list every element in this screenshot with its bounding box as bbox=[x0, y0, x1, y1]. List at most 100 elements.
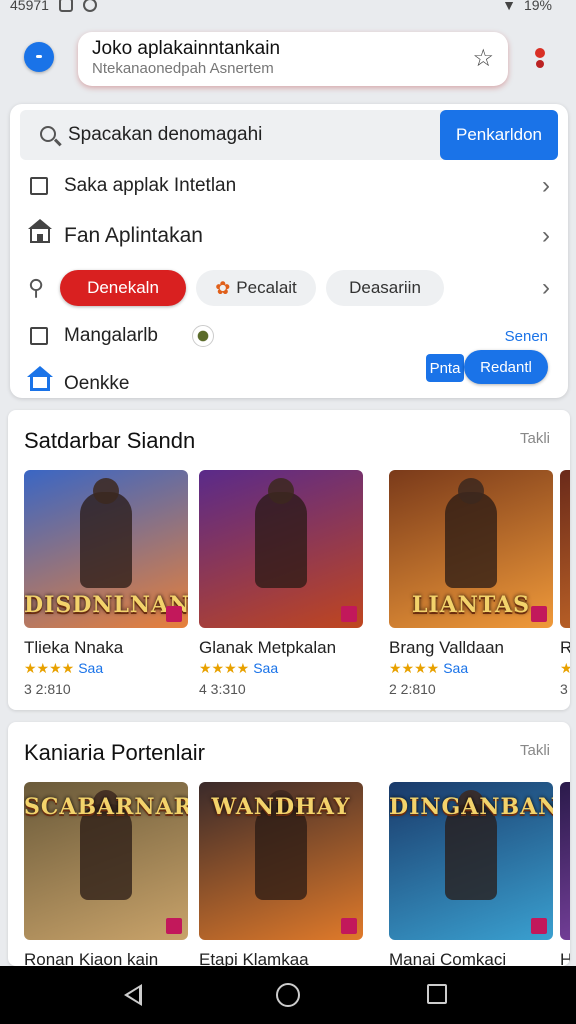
section-2-title: Kaniaria Portenlair bbox=[24, 740, 205, 765]
game-card[interactable]: Glanak Metpkalan ★★★★ Saa 4 3:310 bbox=[199, 470, 363, 697]
search-button[interactable]: Penkarldon bbox=[440, 110, 558, 160]
game-card[interactable]: DISDNLNAN Tlieka Nnaka ★★★★ Saa 3 2:810 bbox=[24, 470, 188, 697]
rating-text: Saa bbox=[443, 660, 469, 676]
link-senen[interactable]: Senen bbox=[505, 328, 548, 345]
checkbox[interactable] bbox=[30, 177, 48, 195]
chevron-right-icon[interactable]: › bbox=[542, 274, 550, 302]
badge-icon bbox=[166, 918, 182, 934]
pill-action-button[interactable]: Redantl bbox=[464, 350, 548, 384]
status-bar: 45971 ▼ 19% bbox=[0, 0, 576, 16]
home-icon bbox=[27, 366, 53, 391]
status-time: 45971 bbox=[10, 0, 49, 13]
notification-icon bbox=[58, 0, 73, 12]
chip-pecalait[interactable]: ✿ Pecalait bbox=[196, 270, 316, 306]
game-title: Tlieka Nnaka bbox=[24, 638, 124, 657]
menu-row-2-label: Fan Aplintakan bbox=[64, 224, 203, 247]
game-title: Etapi Klamkaa bbox=[199, 950, 309, 966]
game-title: Brang Valldaan bbox=[389, 638, 504, 657]
sync-icon bbox=[82, 0, 97, 12]
game-logo-text: WANDHAY bbox=[211, 794, 351, 820]
small-action-button[interactable]: Pnta bbox=[426, 354, 464, 382]
section-1-more[interactable]: Takli bbox=[520, 430, 550, 447]
badge-icon bbox=[531, 606, 547, 622]
game-title: Manai Comkaci bbox=[389, 950, 507, 966]
back-icon[interactable] bbox=[124, 984, 142, 1006]
home-button-icon[interactable] bbox=[276, 983, 300, 1007]
star-rating: ★★★★ bbox=[560, 660, 570, 676]
menu-row-2[interactable]: Fan Aplintakan › bbox=[10, 216, 568, 256]
badge-icon bbox=[341, 606, 357, 622]
game-card[interactable]: Hit bbox=[560, 782, 570, 966]
wifi-icon: ▼ bbox=[502, 0, 516, 13]
page-title: Joko aplakainntankain bbox=[92, 38, 281, 59]
game-title: Glanak Metpkalan bbox=[199, 638, 337, 657]
game-card[interactable]: LIANTAS Brang Valldaan ★★★★ Saa 2 2:810 bbox=[389, 470, 553, 697]
menu-button[interactable] bbox=[24, 42, 54, 72]
rating-text: Saa bbox=[78, 660, 104, 676]
star-icon[interactable]: ☆ bbox=[472, 44, 494, 73]
chip-denekaln[interactable]: Denekaln bbox=[60, 270, 186, 306]
star-rating: ★★★★ Saa bbox=[24, 660, 104, 676]
badge-icon bbox=[341, 918, 357, 934]
recents-icon[interactable] bbox=[427, 984, 447, 1004]
game-info: 2 2:810 bbox=[389, 681, 436, 697]
game-info: 3 2:810 bbox=[24, 681, 71, 697]
section-1: Satdarbar Siandn Takli DISDNLNAN Tlieka N… bbox=[8, 410, 570, 710]
section-2-more[interactable]: Takli bbox=[520, 742, 550, 759]
chip-pecalait-label: Pecalait bbox=[236, 278, 297, 297]
checkbox[interactable] bbox=[30, 327, 48, 345]
alert-icon[interactable] bbox=[532, 48, 548, 70]
menu-row-1[interactable]: Saka applak Intetlan › bbox=[10, 166, 568, 206]
search-bar[interactable]: Spacakan denomagahi Penkarldon bbox=[20, 110, 558, 160]
menu-row-4-label: Mangalarlb bbox=[64, 325, 158, 346]
game-logo-text: DISDNLNAN bbox=[24, 592, 188, 618]
game-card[interactable]: Ra ★★★★ 3 2 bbox=[560, 470, 570, 697]
page-subtitle: Ntekanaonedpah Asnertem bbox=[92, 60, 274, 77]
game-thumbnail[interactable]: DISDNLNAN bbox=[24, 470, 188, 628]
section-2: Kaniaria Portenlair Takli SCABARNAR Ronan… bbox=[8, 722, 570, 966]
key-icon: ⚲ bbox=[28, 275, 45, 300]
character-art bbox=[80, 478, 132, 588]
menu-row-1-label: Saka applak Intetlan bbox=[64, 175, 237, 196]
home-icon bbox=[28, 219, 52, 243]
badge-icon bbox=[531, 918, 547, 934]
game-info: 4 3:310 bbox=[199, 681, 246, 697]
game-card[interactable]: DINGANBAN Manai Comkaci bbox=[389, 782, 553, 966]
character-art bbox=[255, 478, 307, 588]
top-bar: Joko aplakainntankain Ntekanaonedpah Asn… bbox=[0, 24, 576, 94]
game-title: Ra bbox=[560, 638, 570, 657]
game-thumbnail[interactable]: DINGANBAN bbox=[389, 782, 553, 940]
star-rating: ★★★★ Saa bbox=[389, 660, 469, 676]
url-card[interactable]: Joko aplakainntankain Ntekanaonedpah Asn… bbox=[78, 32, 508, 86]
game-title: Ronan Kiaon kain bbox=[24, 950, 159, 966]
game-info: 3 2 bbox=[560, 681, 570, 697]
toggle-icon[interactable] bbox=[192, 325, 214, 347]
menu-row-5-label: Oenkke bbox=[64, 373, 130, 394]
search-input[interactable]: Spacakan denomagahi bbox=[68, 124, 262, 146]
game-thumbnail[interactable]: SCABARNAR bbox=[24, 782, 188, 940]
filter-row: ⚲ Denekaln ✿ Pecalait Deasariin › bbox=[10, 266, 568, 310]
game-thumbnail[interactable]: LIANTAS bbox=[389, 470, 553, 628]
navigation-bar bbox=[0, 966, 576, 1024]
rating-text: Saa bbox=[253, 660, 279, 676]
game-logo-text: DINGANBAN bbox=[389, 794, 553, 820]
game-thumbnail[interactable] bbox=[560, 470, 570, 628]
flower-icon: ✿ bbox=[215, 277, 231, 298]
game-thumbnail[interactable] bbox=[560, 782, 570, 940]
game-card[interactable]: SCABARNAR Ronan Kiaon kain bbox=[24, 782, 188, 966]
game-card[interactable]: WANDHAY Etapi Klamkaa bbox=[199, 782, 363, 966]
star-rating: ★★★★ Saa bbox=[199, 660, 279, 676]
badge-icon bbox=[166, 606, 182, 622]
chevron-right-icon: › bbox=[542, 222, 550, 249]
chip-deasariin[interactable]: Deasariin bbox=[326, 270, 444, 306]
search-icon bbox=[40, 126, 56, 142]
battery-level: 19% bbox=[523, 0, 552, 13]
game-logo-text: LIANTAS bbox=[411, 592, 531, 618]
game-thumbnail[interactable] bbox=[199, 470, 363, 628]
game-title: Hit bbox=[560, 950, 570, 966]
section-1-title: Satdarbar Siandn bbox=[24, 428, 196, 453]
character-art bbox=[445, 478, 497, 588]
chevron-right-icon: › bbox=[542, 172, 550, 199]
game-logo-text: SCABARNAR bbox=[24, 794, 188, 820]
game-thumbnail[interactable]: WANDHAY bbox=[199, 782, 363, 940]
